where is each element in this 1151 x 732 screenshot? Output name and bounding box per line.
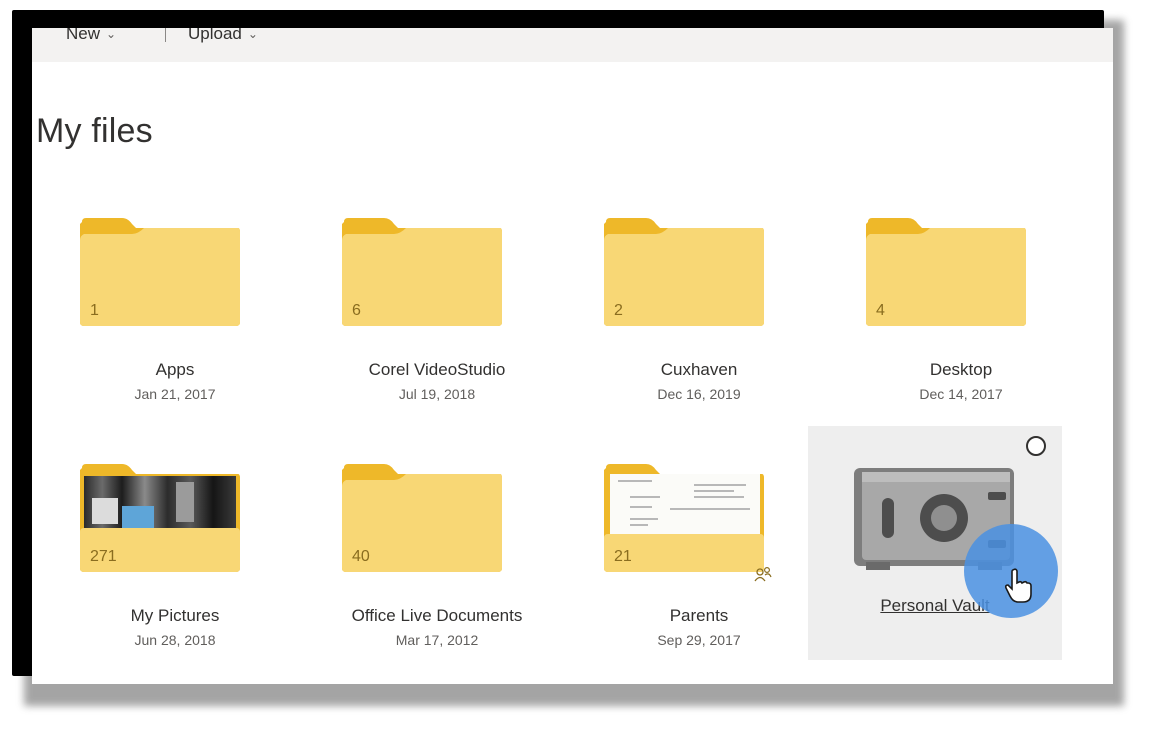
item-count: 2: [614, 302, 623, 319]
folder-name[interactable]: Parents: [568, 606, 830, 626]
folder-date: Jun 28, 2018: [134, 632, 216, 648]
item-count: 4: [876, 302, 885, 319]
upload-button[interactable]: Upload ⌄: [188, 28, 258, 44]
page-title: My files: [36, 112, 153, 150]
folder-date: Jul 19, 2018: [398, 386, 476, 402]
folder-tile-desktop[interactable]: 4 Desktop Dec 14, 2017: [830, 216, 1092, 448]
item-count: 40: [352, 548, 370, 565]
folder-date: Dec 14, 2017: [919, 386, 1003, 402]
item-count: 1: [90, 302, 99, 319]
folder-date: Jan 21, 2017: [134, 386, 216, 402]
new-button[interactable]: New ⌄: [66, 28, 116, 44]
folder-name[interactable]: My Pictures: [44, 606, 306, 626]
folder-icon: 40: [340, 462, 504, 572]
folder-icon: 271: [78, 462, 242, 572]
item-count: 21: [614, 548, 632, 565]
select-checkbox[interactable]: [1026, 436, 1046, 456]
onedrive-window: New ⌄ Upload ⌄ My files 1 Apps Jan 21, 2…: [32, 28, 1113, 684]
folder-tile-parents[interactable]: 21 Parents Sep 29, 2017: [568, 462, 830, 684]
folder-date: Sep 29, 2017: [657, 632, 741, 648]
folder-name[interactable]: Office Live Documents: [306, 606, 568, 626]
folder-icon: 6: [340, 216, 504, 326]
new-label: New: [66, 28, 101, 43]
folder-icon: 4: [864, 216, 1028, 326]
folder-date: Mar 17, 2012: [395, 632, 479, 648]
hand-cursor-icon: [1004, 568, 1032, 603]
folder-name[interactable]: Cuxhaven: [568, 360, 830, 380]
folder-icon: 2: [602, 216, 766, 326]
screenshot-frame: New ⌄ Upload ⌄ My files 1 Apps Jan 21, 2…: [12, 10, 1113, 684]
folder-name[interactable]: Apps: [44, 360, 306, 380]
chevron-down-icon: ⌄: [106, 28, 117, 41]
folder-name[interactable]: Corel VideoStudio: [306, 360, 568, 380]
folder-tile-cuxhaven[interactable]: 2 Cuxhaven Dec 16, 2019: [568, 216, 830, 448]
folder-name[interactable]: Desktop: [830, 360, 1092, 380]
folder-date: Dec 16, 2019: [657, 386, 741, 402]
chevron-down-icon: ⌄: [247, 28, 258, 41]
upload-label: Upload: [188, 28, 242, 43]
folder-tile-corel-videostudio[interactable]: 6 Corel VideoStudio Jul 19, 2018: [306, 216, 568, 448]
folder-tile-apps[interactable]: 1 Apps Jan 21, 2017: [44, 216, 306, 448]
item-count: 6: [352, 302, 361, 319]
item-count: 271: [90, 548, 117, 565]
folder-icon: 21: [602, 462, 772, 582]
folder-tile-office-live-documents[interactable]: 40 Office Live Documents Mar 17, 2012: [306, 462, 568, 684]
command-divider: [165, 28, 166, 42]
folder-icon: 1: [78, 216, 242, 326]
folder-tile-my-pictures[interactable]: 271 My Pictures Jun 28, 2018: [44, 462, 306, 684]
command-bar: New ⌄ Upload ⌄: [32, 28, 1113, 62]
